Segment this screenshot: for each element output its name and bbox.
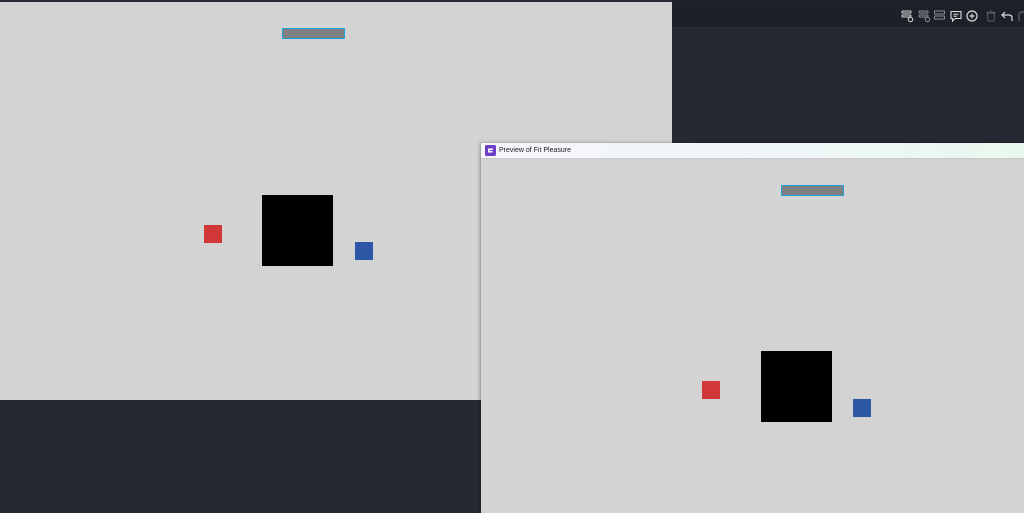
game-engine-icon [485,145,496,156]
preview-red-square [702,381,720,399]
preview-blue-square [853,399,871,417]
rename-icon[interactable] [933,9,947,23]
red-square[interactable] [204,225,222,243]
layers-timer-icon[interactable] [917,9,931,23]
redo-icon[interactable] [1016,9,1024,23]
undo-icon[interactable] [1000,9,1014,23]
layers-settings-icon[interactable] [900,9,914,23]
preview-scene-canvas[interactable] [481,159,1024,513]
preview-player-square [761,351,832,422]
editor-toolbar [672,6,1024,28]
player-square[interactable] [262,195,333,266]
platform[interactable] [282,28,345,39]
preview-title: Preview of Fit Pleasure [499,147,571,154]
blue-square[interactable] [355,242,373,260]
preview-titlebar[interactable]: Preview of Fit Pleasure [481,143,1024,159]
add-circle-icon[interactable] [965,9,979,23]
comment-icon[interactable] [949,9,963,23]
preview-platform [781,185,844,196]
preview-window: Preview of Fit Pleasure [481,143,1024,513]
delete-icon[interactable] [984,9,998,23]
